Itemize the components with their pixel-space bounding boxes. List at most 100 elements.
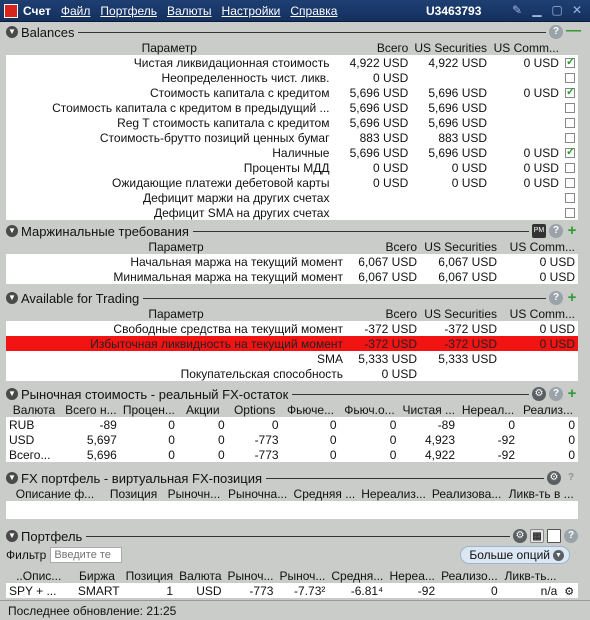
settings-icon[interactable]: ⚙ <box>513 529 527 543</box>
remove-icon[interactable]: — <box>566 23 581 38</box>
col-us-comm[interactable]: US Comm... <box>500 306 578 321</box>
column-header[interactable]: Рыночн... <box>163 486 225 501</box>
window-icon[interactable] <box>547 529 561 543</box>
chart-checkbox[interactable] <box>564 103 575 114</box>
column-header[interactable]: Фьюч.о... <box>339 402 400 417</box>
help-icon[interactable]: ? <box>549 291 563 305</box>
add-icon[interactable]: + <box>566 290 578 305</box>
column-header[interactable]: Валюта <box>176 568 225 583</box>
fx-row[interactable]: Всего... 5,696 0 0 -773 0 0 4,922 -92 0 <box>6 447 578 462</box>
fx-row[interactable]: RUB -89 0 0 0 0 0 -89 0 0 <box>6 417 578 432</box>
help-icon[interactable]: ? <box>564 471 578 485</box>
column-header[interactable]: Описание ф... <box>6 486 104 501</box>
col-us-securities[interactable]: US Securities <box>420 239 500 254</box>
column-header[interactable]: Нереализ... <box>358 486 429 501</box>
balance-row[interactable]: Стоимость капитала с кредитом в предыдущ… <box>6 100 578 115</box>
trading-row[interactable]: Покупательская способность 0 USD <box>6 366 578 381</box>
column-header[interactable]: Средняя ... <box>290 486 359 501</box>
help-icon[interactable]: ? <box>549 224 563 238</box>
column-header[interactable]: ..Опис... <box>6 568 72 583</box>
balance-row[interactable]: Reg T стоимость капитала с кредитом 5,696… <box>6 115 578 130</box>
balance-row[interactable]: Чистая ликвидационная стоимость 4,922 USD… <box>6 55 578 70</box>
column-header[interactable]: Реализ... <box>518 402 578 417</box>
chart-checkbox[interactable] <box>564 133 575 144</box>
column-header[interactable]: Options <box>227 402 282 417</box>
balance-row[interactable]: Дефицит маржи на других счетах <box>6 190 578 205</box>
chart-checkbox[interactable] <box>564 193 575 204</box>
column-header[interactable]: Биржа <box>71 568 123 583</box>
column-header[interactable]: Процен... <box>119 402 178 417</box>
chart-checkbox[interactable] <box>564 145 575 159</box>
row-settings-icon[interactable]: ⚙ <box>564 586 574 598</box>
settings-icon[interactable]: ⚙ <box>547 471 561 485</box>
settings-icon[interactable]: ⚙ <box>532 387 546 401</box>
col-param[interactable]: Параметр <box>6 306 346 321</box>
column-header[interactable]: Ликв-ть в ... <box>504 486 578 501</box>
balance-row[interactable]: Неопределенность чист. ликв. 0 USD <box>6 70 578 85</box>
collapse-icon[interactable]: ▼ <box>6 292 18 304</box>
balance-row[interactable]: Проценты МДД 0 USD 0 USD 0 USD <box>6 160 578 175</box>
minimize-icon[interactable]: ▁ <box>530 3 544 17</box>
margin-row[interactable]: Минимальная маржа на текущий момент 6,067… <box>6 269 578 284</box>
column-header[interactable]: Рыноч... <box>276 568 329 583</box>
trading-row[interactable]: Свободные средства на текущий момент -372… <box>6 321 578 336</box>
collapse-icon[interactable]: ▼ <box>6 388 18 400</box>
collapse-icon[interactable]: ▼ <box>6 472 18 484</box>
pm-icon[interactable]: PM <box>532 224 546 238</box>
column-header[interactable]: Валюта <box>6 402 62 417</box>
more-options-button[interactable]: Больше опций ▼ <box>460 546 570 564</box>
col-us-securities[interactable]: US Securities <box>411 40 491 55</box>
margin-row[interactable]: Начальная маржа на текущий момент 6,067 U… <box>6 254 578 269</box>
column-header[interactable]: Нереал... <box>458 402 518 417</box>
column-header[interactable]: Реализова... <box>428 486 505 501</box>
balance-row[interactable]: Дефицит SMA на других счетах <box>6 205 578 220</box>
column-header[interactable]: Рыноч... <box>224 568 277 583</box>
add-icon[interactable]: + <box>566 223 578 238</box>
column-header[interactable]: Всего н... <box>61 402 120 417</box>
menu-help[interactable]: Справка <box>290 4 337 18</box>
balance-row[interactable]: Ожидающие платежи дебетовой карты 0 USD 0 … <box>6 175 578 190</box>
collapse-icon[interactable]: ▼ <box>6 26 18 38</box>
column-header[interactable]: Реализо... <box>438 568 501 583</box>
collapse-icon[interactable]: ▼ <box>6 530 18 542</box>
col-total[interactable]: Всего <box>346 239 420 254</box>
collapse-icon[interactable]: ▼ <box>6 225 18 237</box>
col-param[interactable]: Параметр <box>6 239 346 254</box>
column-header[interactable]: Акции <box>177 402 228 417</box>
column-header[interactable]: Позиция <box>122 568 177 583</box>
chart-checkbox[interactable] <box>564 163 575 174</box>
help-icon[interactable]: ? <box>549 25 563 39</box>
trading-row[interactable]: SMA 5,333 USD 5,333 USD <box>6 351 578 366</box>
trading-row[interactable]: Избыточная ликвидность на текущий момент… <box>6 336 578 351</box>
fx-row[interactable]: USD 5,697 0 0 -773 0 0 4,923 -92 0 <box>6 432 578 447</box>
balance-row[interactable]: Стоимость капитала с кредитом 5,696 USD 5,… <box>6 85 578 100</box>
menu-currencies[interactable]: Валюты <box>167 4 212 18</box>
column-header[interactable]: Позиция <box>103 486 164 501</box>
col-total[interactable]: Всего <box>332 40 412 55</box>
menu-file[interactable]: Файл <box>61 4 91 18</box>
filter-input[interactable] <box>50 547 123 563</box>
chart-checkbox[interactable] <box>564 208 575 219</box>
column-header[interactable]: Фьючe... <box>281 402 340 417</box>
col-param[interactable]: Параметр <box>6 40 333 55</box>
balance-row[interactable]: Стоимость-брутто позиций ценных бумаг 883… <box>6 130 578 145</box>
chart-checkbox[interactable] <box>564 55 575 69</box>
column-header[interactable]: Рыночна... <box>224 486 291 501</box>
column-header[interactable]: Нереа... <box>386 568 439 583</box>
menu-portfolio[interactable]: Портфель <box>100 4 157 18</box>
add-icon[interactable]: + <box>566 386 578 401</box>
help-icon[interactable]: ? <box>549 387 563 401</box>
col-total[interactable]: Всего <box>346 306 420 321</box>
col-us-securities[interactable]: US Securities <box>420 306 500 321</box>
close-icon[interactable]: ✕ <box>570 3 584 17</box>
chart-checkbox[interactable] <box>564 73 575 84</box>
balance-row[interactable]: Наличные 5,696 USD 5,696 USD 0 USD <box>6 145 578 160</box>
column-header[interactable]: Ликв-ть... <box>500 568 561 583</box>
calendar-icon[interactable]: ▦ <box>530 529 544 543</box>
col-us-comm[interactable]: US Comm... <box>500 239 578 254</box>
pin-icon[interactable]: ✎ <box>510 3 524 17</box>
position-row[interactable]: SPY + ... SMART 1 USD -773 -7.73² -6.81⁴ -92 0 n/… <box>6 583 578 598</box>
chart-checkbox[interactable] <box>564 118 575 129</box>
maximize-icon[interactable]: ▢ <box>550 3 564 17</box>
chart-checkbox[interactable] <box>564 178 575 189</box>
